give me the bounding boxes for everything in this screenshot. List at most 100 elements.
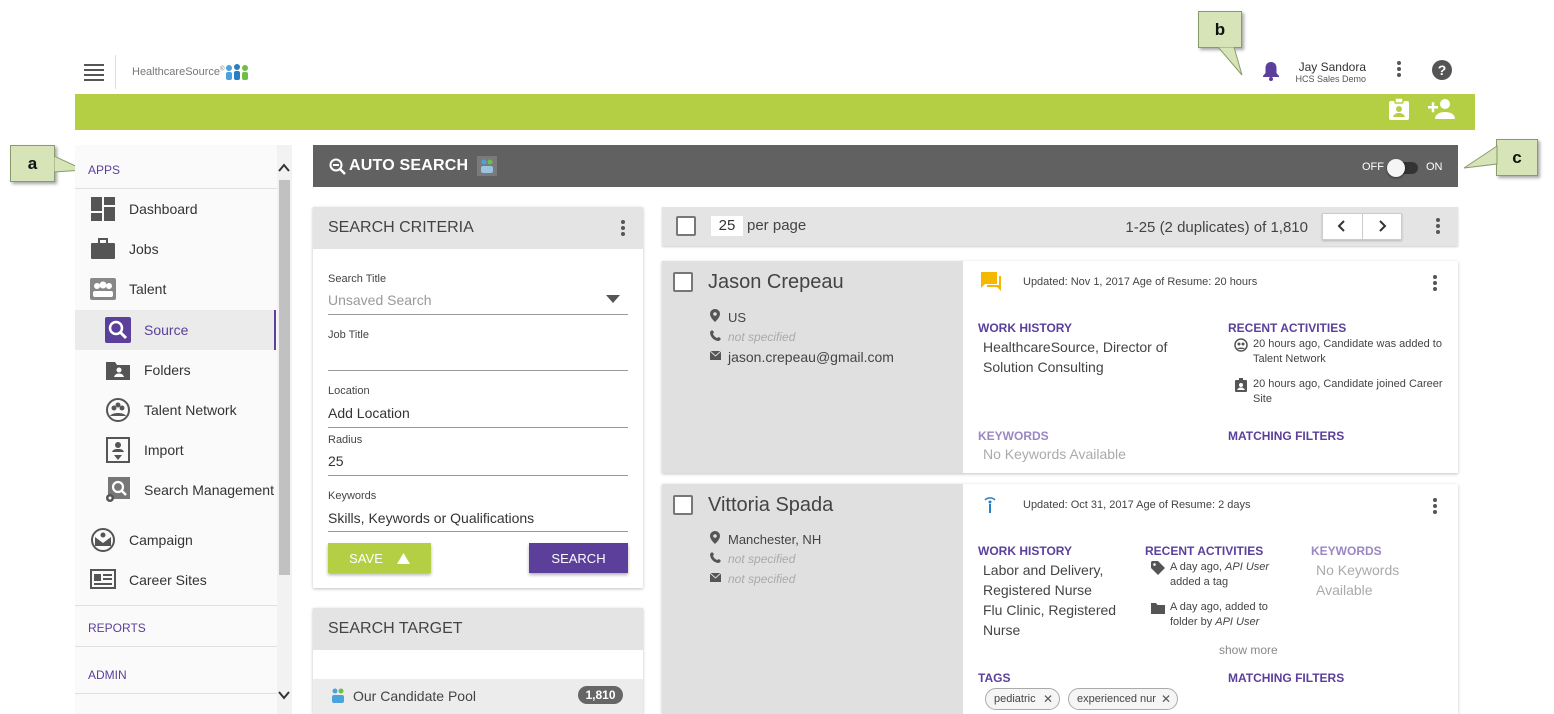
email-icon bbox=[708, 350, 722, 363]
candidate-checkbox[interactable] bbox=[673, 495, 693, 515]
candidate-checkbox[interactable] bbox=[673, 272, 693, 292]
criteria-more-icon[interactable] bbox=[621, 220, 625, 238]
keywords-heading: KEYWORDS bbox=[978, 429, 1049, 443]
card-more-icon[interactable] bbox=[1433, 275, 1437, 293]
card-more-icon[interactable] bbox=[1433, 498, 1437, 516]
user-org: HCS Sales Demo bbox=[1295, 74, 1366, 84]
candidate-email: not specified bbox=[708, 572, 795, 586]
keywords-input[interactable]: Skills, Keywords or Qualifications bbox=[328, 510, 628, 526]
candidate-name[interactable]: Vittoria Spada bbox=[708, 494, 833, 517]
phone-icon bbox=[708, 330, 722, 344]
contact-card-icon[interactable] bbox=[1388, 97, 1410, 121]
search-criteria-header: SEARCH CRITERIA bbox=[313, 207, 643, 249]
dropdown-arrow-icon[interactable] bbox=[606, 295, 620, 303]
candidate-pool-icon[interactable] bbox=[477, 156, 497, 176]
field-underline bbox=[328, 370, 628, 371]
callout-c: c bbox=[1496, 139, 1538, 176]
divider bbox=[75, 693, 277, 694]
toggle-knob[interactable] bbox=[1387, 159, 1405, 177]
folder-icon bbox=[1151, 603, 1165, 614]
recent-activities-heading: RECENT ACTIVITIES bbox=[1228, 321, 1347, 335]
tag-icon bbox=[1151, 561, 1165, 575]
candidate-email[interactable]: jason.crepeau@gmail.com bbox=[708, 349, 894, 365]
briefcase-icon bbox=[89, 236, 117, 262]
next-page-icon[interactable] bbox=[1376, 220, 1388, 232]
search-button[interactable]: SEARCH bbox=[529, 543, 628, 573]
sidebar-scroll-thumb[interactable] bbox=[279, 180, 290, 575]
add-person-icon[interactable] bbox=[1428, 98, 1456, 120]
prev-page-icon[interactable] bbox=[1336, 220, 1348, 232]
callout-b: b bbox=[1198, 11, 1242, 48]
keywords-value: No Keywords Available bbox=[1316, 562, 1400, 598]
sidebar-item-import[interactable]: Import bbox=[104, 436, 277, 464]
folder-icon bbox=[104, 357, 132, 383]
keywords-heading: KEYWORDS bbox=[1311, 544, 1382, 558]
search-title-select[interactable]: Unsaved Search bbox=[328, 292, 628, 314]
source-info-icon[interactable] bbox=[984, 494, 996, 514]
activity-item: 20 hours ago, Candidate joined Career Si… bbox=[1253, 378, 1443, 405]
callout-c-pointer bbox=[1463, 145, 1498, 169]
network-icon bbox=[104, 397, 132, 423]
candidate-summary bbox=[662, 484, 963, 714]
import-icon bbox=[104, 437, 132, 463]
sidebar-item-search-management[interactable]: Search Management bbox=[104, 476, 277, 504]
remove-tag-icon[interactable]: ✕ bbox=[1161, 692, 1171, 706]
sidebar-item-campaign[interactable]: Campaign bbox=[89, 526, 277, 554]
sidebar-item-folders[interactable]: Folders bbox=[104, 356, 277, 384]
sidebar-item-label: Career Sites bbox=[129, 572, 207, 588]
tag-label: experienced nur bbox=[1077, 693, 1156, 705]
matching-filters-heading: MATCHING FILTERS bbox=[1228, 429, 1345, 443]
save-button[interactable]: SAVE bbox=[328, 543, 431, 573]
candidate-pool-label: Our Candidate Pool bbox=[353, 688, 476, 704]
keywords-value: No Keywords Available bbox=[983, 446, 1126, 462]
work-history: Labor and Delivery, Registered Nurse Flu… bbox=[983, 562, 1117, 638]
results-more-icon[interactable] bbox=[1436, 218, 1440, 236]
message-icon[interactable] bbox=[980, 271, 1002, 291]
help-icon[interactable]: ? bbox=[1432, 60, 1452, 80]
sidebar-section-admin[interactable]: ADMIN bbox=[88, 668, 127, 682]
candidate-name[interactable]: Jason Crepeau bbox=[708, 271, 844, 294]
activity-item: 20 hours ago, Candidate was added to Tal… bbox=[1253, 338, 1442, 365]
per-page-label: per page bbox=[747, 217, 807, 234]
radius-input[interactable]: 25 bbox=[328, 453, 628, 469]
candidate-phone: not specified bbox=[708, 552, 795, 566]
sidebar-item-talent-network[interactable]: Talent Network bbox=[104, 396, 277, 424]
candidate-pool-count: 1,810 bbox=[578, 686, 623, 704]
sidebar-item-label: Search Management bbox=[144, 482, 274, 498]
remove-tag-icon[interactable]: ✕ bbox=[1043, 692, 1053, 706]
user-name[interactable]: Jay Sandora bbox=[1286, 60, 1366, 74]
search-target-title: SEARCH TARGET bbox=[328, 620, 463, 637]
toggle-on-label: ON bbox=[1426, 161, 1443, 173]
brand-name: HealthcareSource® bbox=[132, 66, 225, 78]
hamburger-menu-icon[interactable] bbox=[84, 64, 104, 81]
sidebar-item-source[interactable]: Source bbox=[75, 310, 276, 350]
action-bar bbox=[75, 94, 1475, 130]
header-divider bbox=[115, 55, 116, 89]
sidebar-item-dashboard[interactable]: Dashboard bbox=[89, 195, 277, 223]
location-input[interactable]: Add Location bbox=[328, 405, 628, 421]
field-underline bbox=[328, 531, 628, 532]
sidebar-item-talent[interactable]: Talent bbox=[89, 275, 277, 303]
work-history-heading: WORK HISTORY bbox=[978, 544, 1073, 558]
auto-search-title: AUTO SEARCH bbox=[349, 157, 469, 174]
sidebar-section-reports[interactable]: REPORTS bbox=[88, 621, 146, 635]
save-button-label: SAVE bbox=[349, 550, 383, 566]
people-icon bbox=[89, 276, 117, 302]
search-criteria-title: SEARCH CRITERIA bbox=[328, 219, 474, 236]
sidebar-item-jobs[interactable]: Jobs bbox=[89, 235, 277, 263]
auto-search-icon bbox=[329, 158, 346, 175]
scroll-up-icon[interactable] bbox=[278, 163, 290, 173]
scroll-down-icon[interactable] bbox=[278, 690, 290, 700]
work-history-heading: WORK HISTORY bbox=[978, 321, 1073, 335]
matching-filters-heading: MATCHING FILTERS bbox=[1228, 671, 1345, 685]
sidebar-item-label: Folders bbox=[144, 362, 191, 378]
per-page-input[interactable]: 25 bbox=[711, 216, 743, 236]
sidebar-item-career-sites[interactable]: Career Sites bbox=[89, 566, 277, 594]
select-all-checkbox[interactable] bbox=[676, 216, 696, 236]
sidebar-section-apps[interactable]: APPS bbox=[88, 163, 120, 177]
location-label: Location bbox=[328, 385, 370, 397]
job-title-input[interactable] bbox=[328, 348, 628, 368]
user-more-icon[interactable] bbox=[1397, 61, 1401, 79]
show-more-link[interactable]: show more bbox=[1219, 643, 1278, 657]
toggle-off-label: OFF bbox=[1362, 161, 1384, 173]
